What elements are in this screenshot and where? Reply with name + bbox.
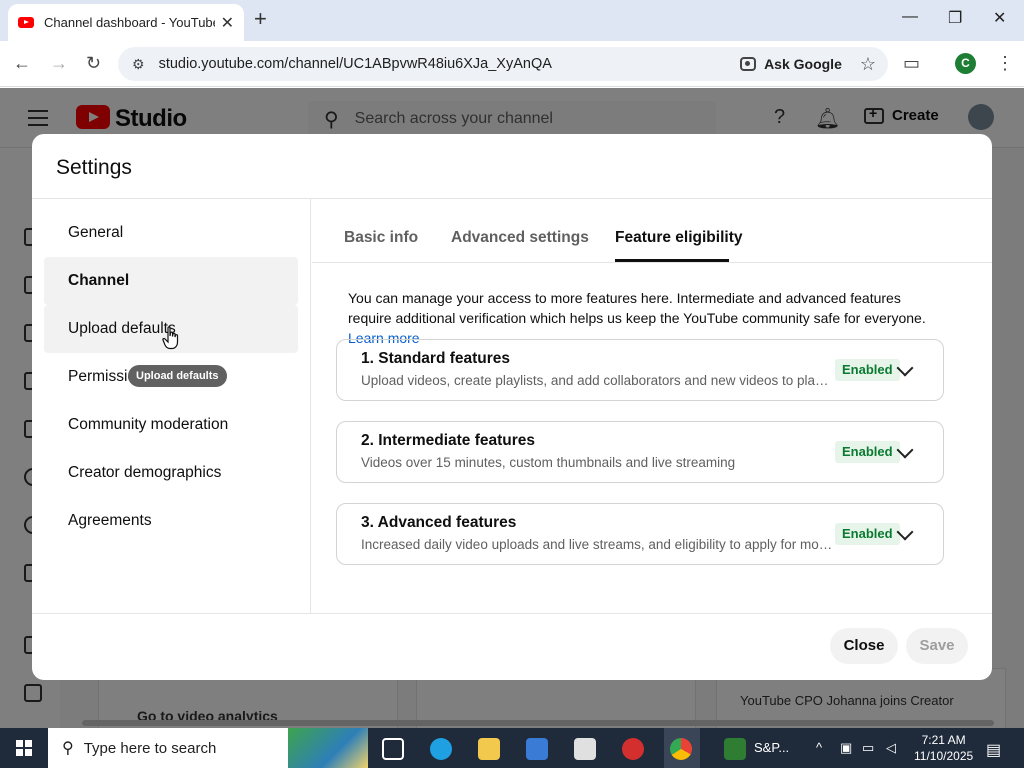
address-bar[interactable]: ⚙ studio.youtube.com/channel/UC1ABpvwR48…: [118, 47, 888, 81]
back-icon[interactable]: ←: [13, 53, 31, 73]
chrome-icon[interactable]: [670, 738, 692, 760]
new-tab-button[interactable]: +: [254, 8, 267, 30]
nav-item-agreements[interactable]: Agreements: [44, 497, 298, 545]
ask-google-label: Ask Google: [764, 56, 842, 72]
volume-icon[interactable]: ◁: [886, 740, 896, 756]
browser-toolbar: ← → ↻ ⚙ studio.youtube.com/channel/UC1AB…: [0, 41, 1024, 87]
stocks-label[interactable]: S&P...: [754, 740, 789, 755]
dialog-title: Settings: [56, 156, 132, 179]
site-info-icon[interactable]: ⚙: [132, 56, 145, 73]
taskbar-search-placeholder: Type here to search: [83, 739, 217, 757]
tab-advanced-settings[interactable]: Advanced settings: [451, 229, 589, 247]
nav-item-channel[interactable]: Channel: [44, 257, 298, 305]
clock-date: 11/10/2025: [914, 749, 974, 763]
recorder-icon[interactable]: [622, 738, 644, 760]
settings-nav: General Channel Upload defaults Permissi…: [32, 199, 311, 613]
edge-icon[interactable]: [430, 738, 452, 760]
feature-title: 3. Advanced features: [361, 514, 517, 531]
bookmark-star-icon[interactable]: ☆: [860, 54, 876, 75]
url-text[interactable]: studio.youtube.com/channel/UC1ABpvwR48iu…: [159, 56, 741, 72]
nav-item-general[interactable]: General: [44, 209, 298, 257]
minimize-icon[interactable]: —: [902, 8, 918, 26]
tab-title: Channel dashboard - YouTube S: [44, 15, 215, 30]
settings-tabs: Basic info Advanced settings Feature eli…: [312, 199, 992, 263]
save-button[interactable]: Save: [906, 628, 968, 664]
mail-icon[interactable]: [574, 738, 596, 760]
feature-description: Increased daily video uploads and live s…: [361, 537, 833, 552]
status-badge: Enabled: [835, 441, 900, 463]
search-icon: ⚲: [62, 740, 74, 757]
feature-description: Upload videos, create playlists, and add…: [361, 373, 833, 388]
tray-app-icon[interactable]: ▣: [840, 740, 852, 756]
task-view-icon[interactable]: [382, 738, 404, 760]
windows-taskbar: ⚲ Type here to search S&P... ^ ▣ ▭ ◁ 7:2…: [0, 728, 1024, 768]
close-window-icon[interactable]: ✕: [993, 8, 1006, 28]
close-button[interactable]: Close: [830, 628, 898, 664]
tab-close-icon[interactable]: ✕: [221, 13, 234, 33]
file-explorer-icon[interactable]: [478, 738, 500, 760]
stocks-icon[interactable]: [724, 738, 746, 760]
settings-dialog: Settings General Channel Upload defaults…: [32, 134, 992, 680]
browser-tab[interactable]: Channel dashboard - YouTube S ✕: [8, 4, 244, 41]
browser-menu-icon[interactable]: ⋮: [996, 53, 1014, 73]
ask-google-button[interactable]: Ask Google: [740, 56, 842, 72]
active-tab-indicator: [615, 259, 729, 262]
feature-description: Videos over 15 minutes, custom thumbnail…: [361, 455, 736, 470]
maximize-icon[interactable]: ❐: [948, 8, 962, 28]
tray-chevron-icon[interactable]: ^: [816, 740, 822, 755]
search-highlight-image: [288, 728, 368, 768]
feature-advanced[interactable]: 3. Advanced features Increased daily vid…: [336, 503, 944, 565]
system-clock[interactable]: 7:21 AM 11/10/2025: [914, 732, 973, 764]
tab-feature-eligibility[interactable]: Feature eligibility: [615, 229, 742, 247]
nav-item-creator-demographics[interactable]: Creator demographics: [44, 449, 298, 497]
feature-title: 1. Standard features: [361, 350, 511, 367]
feature-title: 2. Intermediate features: [361, 432, 536, 449]
store-icon[interactable]: [526, 738, 548, 760]
tab-basic-info[interactable]: Basic info: [344, 229, 418, 247]
intro-text: You can manage your access to more featu…: [348, 290, 926, 326]
status-badge: Enabled: [835, 523, 900, 545]
windows-start-icon[interactable]: [16, 740, 32, 756]
nav-item-community-moderation[interactable]: Community moderation: [44, 401, 298, 449]
hand-cursor-icon: [162, 326, 179, 350]
notifications-icon[interactable]: ▤: [986, 740, 1001, 760]
divider: [32, 613, 992, 614]
youtube-favicon-icon: [18, 17, 34, 28]
profile-avatar[interactable]: C: [955, 53, 976, 74]
browser-tab-bar: Channel dashboard - YouTube S ✕ + — ❐ ✕: [0, 0, 1024, 41]
network-icon[interactable]: ▭: [862, 740, 874, 756]
feature-standard[interactable]: 1. Standard features Upload videos, crea…: [336, 339, 944, 401]
feature-intermediate[interactable]: 2. Intermediate features Videos over 15 …: [336, 421, 944, 483]
status-badge: Enabled: [835, 359, 900, 381]
forward-icon[interactable]: →: [50, 53, 68, 73]
reload-icon[interactable]: ↻: [86, 53, 101, 73]
upload-defaults-tooltip: Upload defaults: [128, 365, 227, 387]
clock-time: 7:21 AM: [921, 733, 966, 747]
google-lens-icon: [740, 57, 757, 71]
cast-icon[interactable]: ▭: [903, 53, 920, 73]
